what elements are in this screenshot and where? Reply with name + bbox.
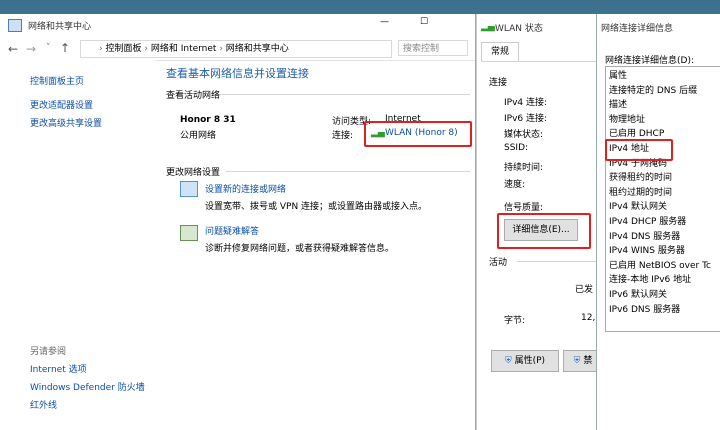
- network-sharing-center-window: 网络和共享中心 — ☐ ← → ˅ ↑ › 控制面板 › 网络和 Interne…: [0, 14, 476, 430]
- change-settings-label: 更改网络设置: [166, 168, 221, 178]
- minimize-button[interactable]: —: [380, 17, 394, 27]
- breadcrumb[interactable]: › 控制面板 › 网络和 Internet › 网络和共享中心: [80, 40, 392, 58]
- connection-details-window: 网络连接详细信息 网络连接详细信息(D): 属性 连接特定的 DNS 后缀 描述 物理…: [596, 14, 720, 430]
- wlan-status-window: ▂▄ WLAN 状态 常规 连接 IPv4 连接: IPv6 连接: 媒体状态:…: [476, 14, 603, 430]
- troubleshoot-description: 诊断并修复网络问题，或者获得疑难解答信息。: [205, 244, 395, 254]
- network-type: 公用网络: [180, 131, 217, 141]
- up-arrow-icon[interactable]: ↑: [60, 41, 70, 55]
- detail-list-item[interactable]: IPv6 DNS 服务器: [606, 303, 720, 318]
- detail-list-item[interactable]: 连接-本地 IPv6 地址: [606, 273, 720, 288]
- tab-general[interactable]: 常规: [481, 42, 519, 61]
- search-input[interactable]: 搜索控制: [398, 40, 468, 56]
- properties-button-label: 属性(P): [514, 356, 546, 366]
- properties-button[interactable]: ⛨ 属性(P): [491, 350, 559, 372]
- back-arrow-icon[interactable]: ←: [8, 42, 18, 56]
- tab-divider: [481, 61, 601, 62]
- details-list-label: 网络连接详细信息(D):: [605, 56, 694, 66]
- window-title: 网络和共享中心: [28, 22, 92, 32]
- divider: [517, 261, 601, 262]
- ipv4-address-highlight: [605, 139, 673, 161]
- detail-list-item[interactable]: IPv4 WINS 服务器: [606, 244, 720, 259]
- window-title: WLAN 状态: [495, 24, 543, 34]
- detail-list-item[interactable]: 描述: [606, 98, 720, 113]
- page-title: 查看基本网络信息并设置连接: [166, 67, 309, 80]
- network-setup-icon: [180, 181, 198, 197]
- detail-list-item[interactable]: IPv4 DNS 服务器: [606, 230, 720, 245]
- sidebar-item-adapter-settings[interactable]: 更改适配器设置: [30, 98, 93, 111]
- sent-label: 已发: [575, 285, 594, 295]
- see-also-internet-options[interactable]: Internet 选项: [30, 362, 87, 375]
- sidebar-item-advanced-sharing[interactable]: 更改高级共享设置: [30, 116, 102, 129]
- shield-icon: ⛨: [504, 356, 512, 366]
- disable-button-label: 禁: [583, 356, 593, 366]
- media-state-label: 媒体状态:: [504, 130, 544, 140]
- active-networks-label: 查看活动网络: [166, 91, 221, 101]
- detail-list-item[interactable]: IPv6 默认网关: [606, 288, 720, 303]
- sidebar-item-control-panel-home[interactable]: 控制面板主页: [30, 74, 84, 87]
- connection-label: 连接:: [332, 131, 354, 141]
- setup-description: 设置宽带、拨号或 VPN 连接；或设置路由器或接入点。: [205, 202, 428, 212]
- see-also-firewall[interactable]: Windows Defender 防火墙: [30, 380, 145, 393]
- speed-label: 速度:: [504, 180, 526, 190]
- detail-list-item[interactable]: 已启用 NetBIOS over Tc: [606, 259, 720, 274]
- troubleshoot-link[interactable]: 问题疑难解答: [205, 224, 259, 237]
- title-bar: 网络和共享中心 — ☐: [0, 14, 475, 36]
- wifi-icon: ▂▄: [481, 22, 495, 32]
- details-button[interactable]: 详细信息(E)...: [504, 219, 578, 241]
- maximize-button[interactable]: ☐: [420, 17, 434, 27]
- detail-list-item[interactable]: 租约过期的时间: [606, 186, 720, 201]
- detail-list-item[interactable]: 物理地址: [606, 113, 720, 128]
- ssid-label: SSID:: [504, 143, 529, 153]
- connection-section-label: 连接: [489, 78, 508, 88]
- see-also-infrared[interactable]: 红外线: [30, 398, 57, 411]
- breadcrumb-item-network-internet[interactable]: 网络和 Internet: [151, 44, 217, 54]
- see-also-title: 另请参阅: [30, 347, 67, 357]
- ipv4-connectivity-label: IPv4 连接:: [504, 98, 548, 108]
- chevron-down-icon[interactable]: ˅: [46, 43, 51, 53]
- window-title: 网络连接详细信息: [601, 24, 674, 34]
- detail-list-item[interactable]: IPv4 默认网关: [606, 200, 720, 215]
- divider: [220, 94, 470, 95]
- duration-label: 持续时间:: [504, 163, 544, 173]
- ipv6-connectivity-label: IPv6 连接:: [504, 114, 548, 124]
- forward-arrow-icon[interactable]: →: [26, 42, 36, 56]
- search-placeholder: 搜索控制: [403, 44, 440, 54]
- signal-quality-label: 信号质量:: [504, 203, 544, 213]
- connection-link[interactable]: WLAN (Honor 8): [385, 128, 458, 138]
- bytes-label: 字节:: [504, 316, 526, 326]
- address-bar: ← → ˅ ↑ › 控制面板 › 网络和 Internet › 网络和共享中心 …: [0, 38, 475, 61]
- detail-list-item[interactable]: 获得租约的时间: [606, 171, 720, 186]
- detail-list-item[interactable]: IPv4 DHCP 服务器: [606, 215, 720, 230]
- detail-list-item[interactable]: 属性: [606, 69, 720, 84]
- breadcrumb-item-network-sharing[interactable]: 网络和共享中心: [226, 44, 289, 54]
- wifi-signal-icon: ▂▄: [371, 128, 385, 138]
- sidebar: 控制面板主页 更改适配器设置 更改高级共享设置 另请参阅 Internet 选项…: [0, 60, 155, 430]
- network-name: Honor 8 31: [180, 115, 236, 125]
- setup-connection-link[interactable]: 设置新的连接或网络: [205, 182, 286, 195]
- activity-section-label: 活动: [489, 258, 508, 268]
- breadcrumb-item-control-panel[interactable]: 控制面板: [105, 44, 141, 54]
- shield-icon: ⛨: [573, 356, 581, 366]
- details-list[interactable]: 属性 连接特定的 DNS 后缀 描述 物理地址 已启用 DHCP IPv4 地址 IPv4 …: [605, 66, 720, 332]
- troubleshoot-icon: [180, 225, 198, 241]
- network-icon: [8, 19, 22, 32]
- divider: [226, 171, 470, 172]
- detail-list-item[interactable]: 连接特定的 DNS 后缀: [606, 84, 720, 99]
